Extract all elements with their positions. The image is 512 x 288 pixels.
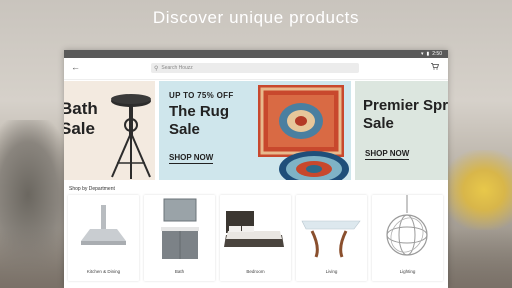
department-label: Bedroom (246, 269, 265, 274)
status-bar: ▾ ▮ 2:50 (64, 50, 448, 58)
banner-rug-sale[interactable]: UP TO 75% OFF The Rug Sale SHOP NOW (159, 81, 351, 180)
department-label: Living (325, 269, 338, 274)
status-time: 2:50 (432, 51, 442, 57)
rug-shop-now-link[interactable]: SHOP NOW (169, 153, 214, 164)
range-hood-image (81, 205, 126, 245)
bed-image (224, 211, 284, 247)
spring-shop-now-link[interactable]: SHOP NOW (365, 149, 410, 160)
rug-sale-title: The Rug Sale (169, 103, 229, 138)
department-label: Bath (174, 269, 185, 274)
chandelier-image (386, 195, 428, 256)
search-placeholder: Search Houzz (161, 65, 193, 71)
vanity-image (161, 198, 199, 259)
banner-bath-sale[interactable]: Bath Sale (64, 81, 155, 180)
department-label: Lighting (399, 269, 416, 274)
cart-icon[interactable] (431, 63, 440, 72)
department-grid: Kitchen & Dining Bath Bedroom Living Lig… (64, 195, 448, 288)
banner-spring-sale[interactable]: Premier Spring Sale SHOP NOW (355, 81, 448, 180)
coffee-table-image (301, 220, 361, 258)
rug-sale-eyebrow: UP TO 75% OFF (169, 91, 234, 100)
battery-icon: ▮ (426, 51, 430, 57)
background-blur-right (442, 150, 512, 230)
department-tile-bath[interactable]: Bath (144, 195, 215, 281)
bar-stool-image (111, 94, 151, 179)
search-icon: ⚲ (154, 65, 159, 72)
department-tile-kitchen[interactable]: Kitchen & Dining (68, 195, 139, 281)
department-tile-bedroom[interactable]: Bedroom (220, 195, 291, 281)
search-input[interactable]: ⚲ Search Houzz (151, 63, 359, 73)
department-tile-lighting[interactable]: Lighting (372, 195, 443, 281)
back-arrow-icon[interactable]: ← (71, 62, 80, 72)
rug-image (252, 81, 351, 180)
spring-sale-title: Premier Spring Sale (363, 97, 448, 132)
tablet-screen: ▾ ▮ 2:50 ← ⚲ Search Houzz Bath Sale UP T… (64, 50, 448, 288)
promo-carousel[interactable]: Bath Sale UP TO 75% OFF The Rug Sale SHO… (64, 81, 448, 180)
promo-headline: Discover unique products (152, 8, 360, 27)
department-tile-living[interactable]: Living (296, 195, 367, 281)
departments-heading: Shop by Department (69, 186, 115, 192)
app-bar: ← ⚲ Search Houzz (64, 58, 448, 80)
wifi-icon: ▾ (420, 51, 424, 57)
department-label: Kitchen & Dining (86, 269, 121, 274)
